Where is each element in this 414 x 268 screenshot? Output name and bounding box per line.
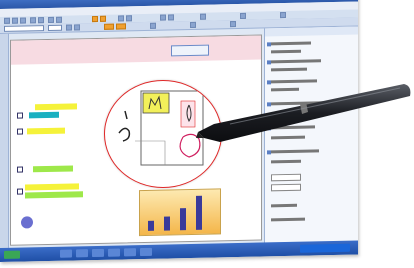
- highlight-yellow: [35, 103, 77, 111]
- font-size-select[interactable]: [48, 24, 62, 31]
- start-button[interactable]: [4, 250, 20, 259]
- chart-bar: [180, 208, 186, 231]
- task-link[interactable]: [271, 217, 305, 222]
- highlight-yellow: [27, 127, 65, 135]
- checkbox[interactable]: [17, 166, 23, 173]
- bullet-circle-icon: [21, 216, 33, 229]
- task-link[interactable]: [271, 87, 299, 92]
- task-link[interactable]: [271, 79, 317, 84]
- highlight-green: [33, 165, 73, 173]
- toolbar-button[interactable]: [12, 17, 18, 24]
- task-pane-button[interactable]: [271, 183, 301, 192]
- task-link[interactable]: [271, 49, 301, 54]
- italic-button[interactable]: [74, 24, 80, 31]
- task-link[interactable]: [271, 125, 315, 130]
- slide-thumbnail-pane[interactable]: [0, 33, 9, 248]
- task-pane-header: [265, 26, 358, 37]
- toolbar-button[interactable]: [280, 12, 286, 19]
- taskbar-button[interactable]: [108, 248, 120, 257]
- task-link[interactable]: [271, 203, 297, 208]
- task-link[interactable]: [271, 149, 319, 154]
- toolbar-button[interactable]: [160, 14, 166, 21]
- checkbox[interactable]: [17, 188, 23, 195]
- toolbar-button[interactable]: [48, 16, 54, 23]
- toolbar-button[interactable]: [200, 13, 206, 20]
- task-link[interactable]: [271, 41, 311, 46]
- highlight-button[interactable]: [104, 23, 114, 30]
- task-link[interactable]: [271, 159, 301, 164]
- magnifier-circle: [104, 80, 222, 188]
- chart-bar: [164, 216, 170, 231]
- toolbar-button[interactable]: [150, 22, 156, 29]
- toolbar-button-active[interactable]: [100, 15, 106, 22]
- toolbar-button[interactable]: [240, 12, 246, 19]
- toolbar-button-active[interactable]: [92, 15, 98, 23]
- taskbar-button[interactable]: [124, 248, 136, 257]
- toolbar-button[interactable]: [168, 14, 174, 21]
- magnified-drawing: [118, 90, 204, 166]
- taskbar-button[interactable]: [76, 249, 88, 258]
- task-link[interactable]: [271, 111, 311, 116]
- toolbar-button[interactable]: [20, 17, 26, 24]
- task-pane-button[interactable]: [271, 173, 301, 182]
- highlight-green: [25, 191, 83, 199]
- bold-button[interactable]: [66, 24, 72, 31]
- toolbar-button[interactable]: [38, 17, 44, 24]
- font-select[interactable]: [4, 25, 44, 32]
- highlight-teal: [29, 111, 59, 119]
- toolbar-button[interactable]: [4, 17, 10, 24]
- task-pane: [264, 26, 358, 243]
- toolbar-button[interactable]: [230, 21, 236, 28]
- taskbar-button[interactable]: [60, 249, 72, 258]
- toolbar-button[interactable]: [190, 21, 196, 29]
- toolbar-button[interactable]: [30, 17, 36, 24]
- color-button[interactable]: [116, 23, 126, 30]
- taskbar-button[interactable]: [140, 247, 152, 257]
- checkbox[interactable]: [17, 112, 23, 119]
- toolbar-button[interactable]: [56, 16, 62, 23]
- task-link[interactable]: [271, 59, 321, 64]
- checkbox[interactable]: [17, 128, 23, 135]
- chart-bar: [196, 195, 202, 230]
- bar-chart[interactable]: [139, 188, 221, 237]
- slide-title-band: [11, 35, 261, 65]
- taskbar-button[interactable]: [92, 248, 104, 258]
- toolbar-button[interactable]: [118, 15, 124, 22]
- chart-bar: [148, 220, 154, 231]
- system-tray[interactable]: [300, 243, 350, 253]
- text-box[interactable]: [171, 44, 209, 57]
- toolbar-button[interactable]: [126, 15, 132, 22]
- task-link[interactable]: [271, 135, 305, 140]
- task-link[interactable]: [271, 101, 323, 106]
- task-link[interactable]: [271, 67, 307, 72]
- highlight-yellow: [25, 183, 79, 191]
